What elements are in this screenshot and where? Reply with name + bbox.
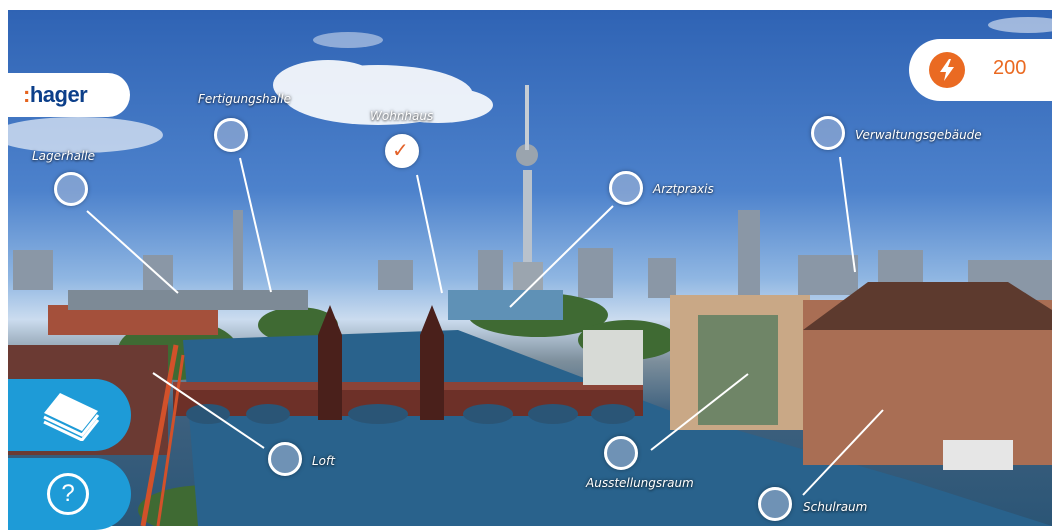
catalog-button[interactable] <box>8 379 131 451</box>
lightning-bolt-icon <box>929 52 965 88</box>
location-label-arztpraxis: Arztpraxis <box>653 182 714 196</box>
tv-tower <box>513 85 543 292</box>
location-label-wohnhaus: Wohnhaus <box>370 109 434 123</box>
location-marker-fertigungshalle[interactable] <box>214 118 248 152</box>
energy-score-panel: 200 <box>909 39 1052 101</box>
location-label-fertigungshalle: Fertigungshalle <box>198 92 291 106</box>
location-marker-lagerhalle[interactable] <box>54 172 88 206</box>
location-marker-loft[interactable] <box>268 442 302 476</box>
book-icon <box>43 393 100 441</box>
score-value: 200 <box>993 57 1027 79</box>
location-label-loft: Loft <box>312 454 335 468</box>
logo-text: :hager <box>23 82 88 107</box>
location-label-verwaltungsgebaeude: Verwaltungsgebäude <box>855 128 982 142</box>
bolt-glyph <box>940 59 954 81</box>
location-marker-arztpraxis[interactable] <box>609 171 643 205</box>
city-panorama-background: Lagerhalle Fertigungshalle ✓ Wohnhaus Ar… <box>8 10 1052 526</box>
help-button[interactable]: ? <box>8 458 131 530</box>
location-label-schulraum: Schulraum <box>803 500 868 514</box>
location-marker-ausstellungsraum[interactable] <box>604 436 638 470</box>
location-marker-wohnhaus[interactable]: ✓ <box>385 134 419 168</box>
location-marker-verwaltungsgebaeude[interactable] <box>811 116 845 150</box>
location-marker-schulraum[interactable] <box>758 487 792 521</box>
question-mark-icon: ? <box>47 473 89 515</box>
berlin-skyline-scene <box>8 17 1052 526</box>
checkmark-icon: ✓ <box>392 138 409 162</box>
hager-logo: :hager <box>8 73 130 117</box>
location-label-ausstellungsraum: Ausstellungsraum <box>586 476 694 490</box>
location-label-lagerhalle: Lagerhalle <box>32 149 95 163</box>
